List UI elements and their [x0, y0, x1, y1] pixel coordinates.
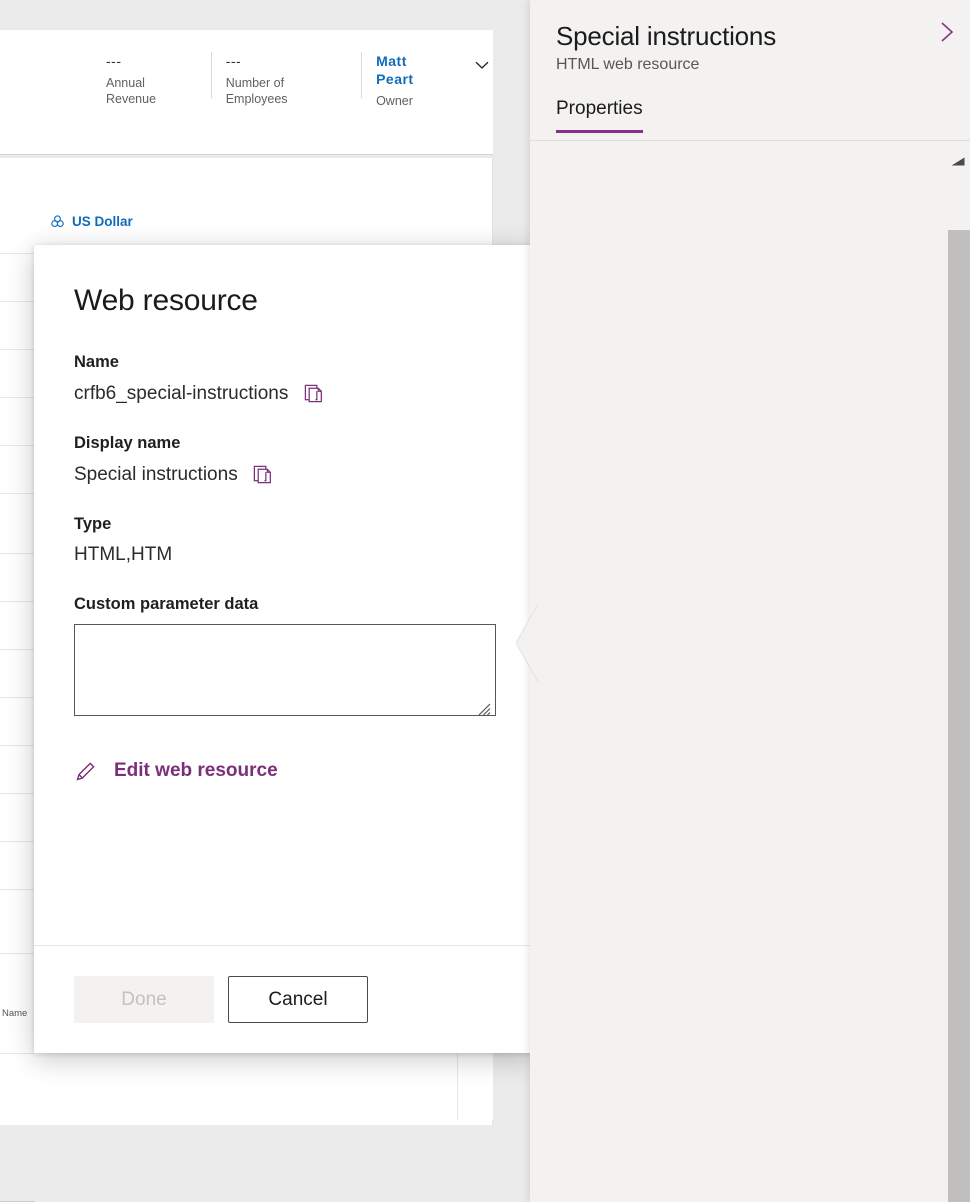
panel-title: Special instructions [556, 20, 944, 52]
web-resource-dialog-content: Web resource Name crfb6_special-instruct… [34, 245, 537, 945]
dialog-display-name-value: Special instructions [74, 462, 238, 487]
dialog-title: Web resource [74, 283, 497, 319]
background-grid-name-header: Name [2, 1008, 27, 1019]
dialog-display-name-row: Special instructions [74, 461, 497, 487]
dialog-name-label: Name [74, 351, 497, 373]
kpi-annual-revenue: --- Annual Revenue [92, 52, 211, 98]
record-kpi-row: --- Annual Revenue --- Number of Employe… [92, 52, 493, 104]
dialog-type-value: HTML,HTM [74, 542, 497, 567]
kpi-owner-value[interactable]: Matt Peart [376, 52, 447, 88]
scroll-up-arrow-icon[interactable] [946, 150, 970, 172]
dialog-type-label: Type [74, 513, 497, 535]
tab-properties[interactable]: Properties [556, 96, 643, 133]
dialog-name-value: crfb6_special-instructions [74, 381, 288, 406]
panel-header-divider [530, 140, 970, 141]
kpi-annual-revenue-value: --- [106, 52, 197, 70]
panel-subtitle: HTML web resource [556, 54, 944, 76]
kpi-owner-label: Owner [376, 93, 447, 109]
chevron-down-icon[interactable] [471, 54, 493, 76]
custom-parameter-data-textarea[interactable] [74, 624, 496, 716]
dialog-name-row: crfb6_special-instructions [74, 380, 497, 406]
kpi-number-of-employees: --- Number of Employees [211, 52, 361, 98]
chevron-right-icon[interactable] [926, 12, 966, 52]
dialog-custom-parameter-label: Custom parameter data [74, 595, 497, 614]
currency-indicator[interactable]: US Dollar [50, 214, 133, 229]
done-button[interactable]: Done [74, 976, 214, 1023]
currency-label: US Dollar [72, 214, 133, 229]
cancel-button[interactable]: Cancel [228, 976, 368, 1023]
copy-icon[interactable] [300, 380, 326, 406]
properties-panel-header: Special instructions HTML web resource [530, 0, 970, 76]
background-list-column: Name [0, 253, 35, 1053]
record-header-card: --- Annual Revenue --- Number of Employe… [0, 30, 493, 155]
dialog-display-name-label: Display name [74, 432, 497, 454]
dialog-footer: Done Cancel [34, 945, 537, 1053]
properties-panel-tabs: Properties [556, 96, 944, 134]
properties-panel: Special instructions HTML web resource P… [530, 0, 970, 1202]
panel-scrollbar-thumb[interactable] [948, 230, 970, 1202]
currency-globe-icon [50, 214, 65, 229]
kpi-owner: Matt Peart Owner [361, 52, 461, 98]
background-top-strip [0, 0, 493, 30]
copy-icon[interactable] [250, 461, 276, 487]
edit-web-resource-label: Edit web resource [114, 759, 278, 783]
web-resource-dialog: Web resource Name crfb6_special-instruct… [34, 245, 537, 1053]
kpi-annual-revenue-label: Annual Revenue [106, 75, 197, 107]
kpi-number-of-employees-value: --- [226, 52, 347, 70]
edit-web-resource-link[interactable]: Edit web resource [74, 759, 278, 783]
kpi-number-of-employees-label: Number of Employees [226, 75, 347, 107]
pencil-icon [74, 759, 98, 783]
